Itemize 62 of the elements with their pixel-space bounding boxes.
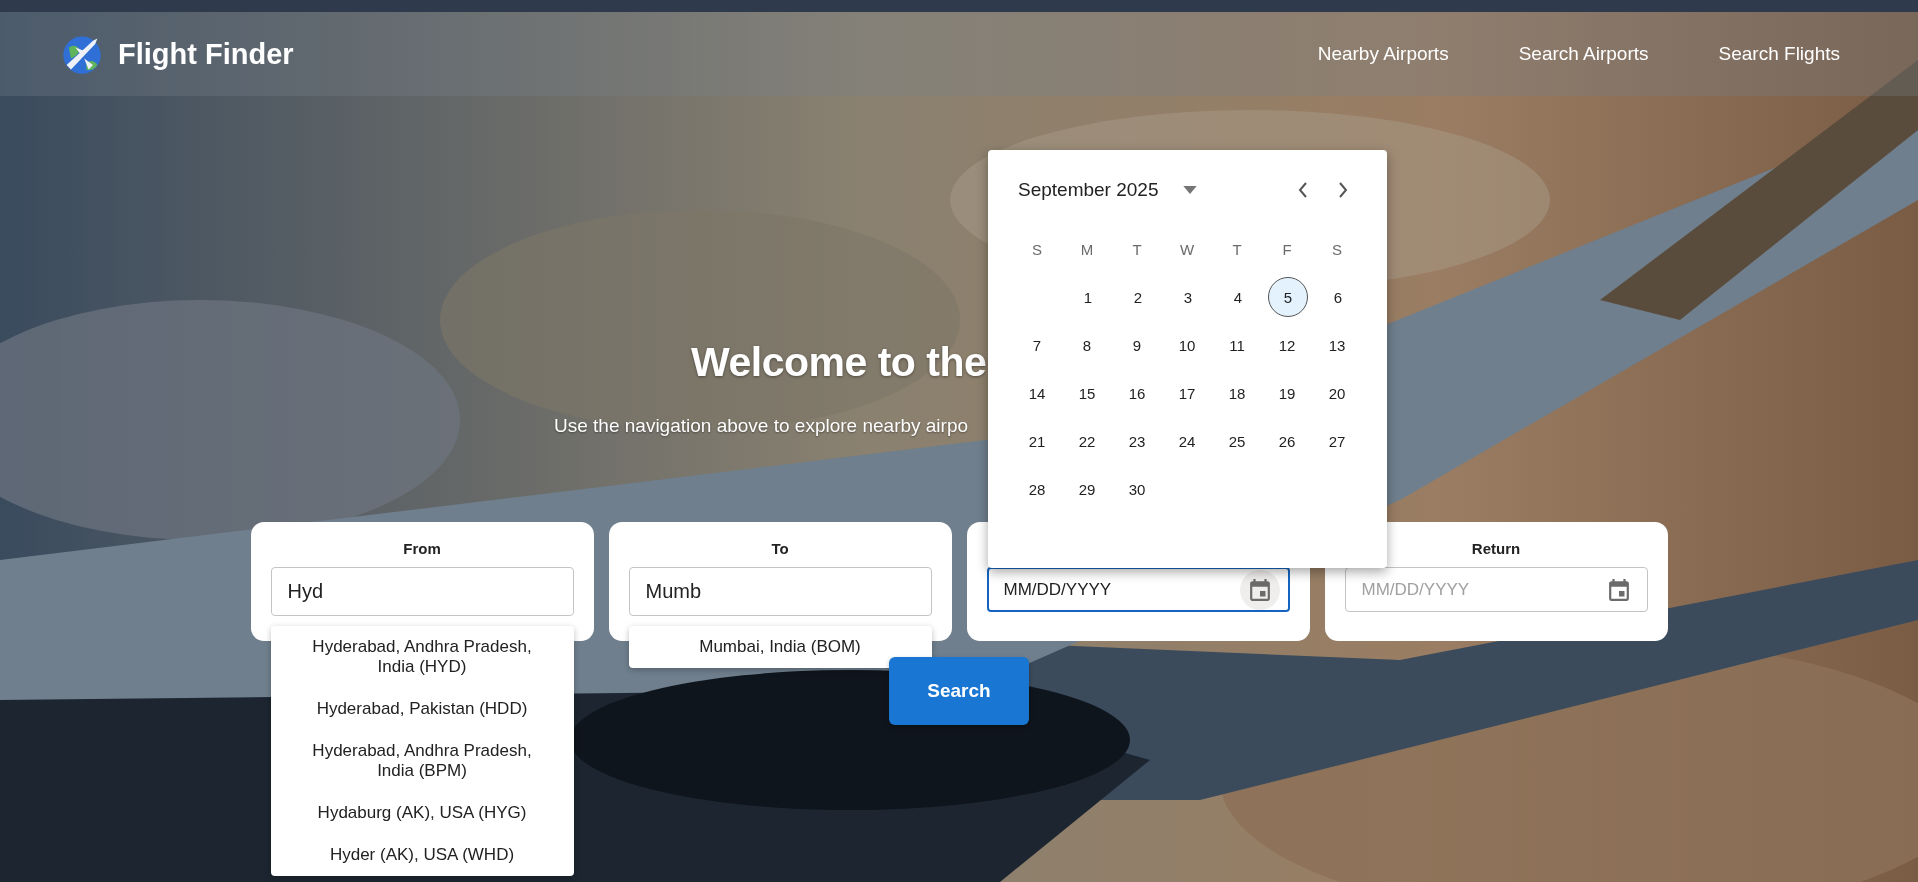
suggestion-option[interactable]: Hydaburg (AK), USA (HYG) bbox=[270, 792, 574, 834]
calendar-day[interactable]: 12 bbox=[1267, 325, 1307, 365]
weekday-label: W bbox=[1178, 240, 1196, 258]
previous-month-icon[interactable] bbox=[1298, 182, 1308, 198]
calendar-button[interactable] bbox=[1239, 569, 1280, 610]
calendar-day[interactable]: 6 bbox=[1318, 277, 1358, 317]
nav-link[interactable]: Nearby Airports bbox=[1317, 43, 1449, 65]
text-field[interactable]: Hyd bbox=[270, 567, 574, 616]
calendar-day[interactable]: 23 bbox=[1117, 421, 1157, 461]
suggestion-option[interactable]: Mumbai, India (BOM) bbox=[628, 626, 932, 668]
calendar-day[interactable]: 2 bbox=[1118, 277, 1158, 317]
suggestion-option[interactable]: Hyderabad, Andhra Pradesh, India (BPM) bbox=[270, 730, 574, 792]
suggestion-option[interactable]: Hyderabad, Pakistan (HDD) bbox=[270, 688, 574, 730]
field-label: To bbox=[770, 540, 790, 558]
calendar-day[interactable]: 14 bbox=[1017, 373, 1057, 413]
calendar-day[interactable]: 21 bbox=[1017, 421, 1057, 461]
calendar-day[interactable]: 3 bbox=[1168, 277, 1208, 317]
calendar-day[interactable]: 13 bbox=[1317, 325, 1357, 365]
calendar-icon bbox=[1249, 578, 1270, 601]
calendar-day[interactable]: 19 bbox=[1267, 373, 1307, 413]
calendar-day[interactable]: 29 bbox=[1067, 469, 1107, 509]
search-button[interactable]: Search bbox=[889, 657, 1029, 725]
calendar-day[interactable]: 25 bbox=[1217, 421, 1257, 461]
calendar-day[interactable]: 26 bbox=[1267, 421, 1307, 461]
hero-title: Welcome to the bbox=[691, 338, 987, 387]
calendar-day[interactable]: 1 bbox=[1068, 277, 1108, 317]
next-month-icon[interactable] bbox=[1338, 182, 1348, 198]
calendar-day[interactable]: 30 bbox=[1117, 469, 1157, 509]
calendar-day[interactable]: 7 bbox=[1017, 325, 1057, 365]
weekday-label: M bbox=[1079, 240, 1095, 258]
calendar-day[interactable]: 20 bbox=[1317, 373, 1357, 413]
calendar-day[interactable]: 5 bbox=[1268, 277, 1308, 317]
calendar-day[interactable]: 9 bbox=[1117, 325, 1157, 365]
calendar-day[interactable]: 28 bbox=[1017, 469, 1057, 509]
calendar-day[interactable]: 24 bbox=[1167, 421, 1207, 461]
calendar-day[interactable]: 16 bbox=[1117, 373, 1157, 413]
nav-link[interactable]: Search Flights bbox=[1718, 43, 1840, 65]
suggestion-option[interactable]: Hyder (AK), USA (WHD) bbox=[270, 834, 574, 876]
calendar-day[interactable]: 15 bbox=[1067, 373, 1107, 413]
field-label: Return bbox=[1470, 540, 1522, 558]
suggestion-option[interactable]: Hyderabad, Andhra Pradesh, India (HYD) bbox=[270, 626, 574, 688]
text-field[interactable]: Mumb bbox=[628, 567, 932, 616]
brand-name: Flight Finder bbox=[118, 37, 294, 71]
weekday-label: F bbox=[1281, 240, 1293, 258]
calendar-day[interactable]: 11 bbox=[1217, 325, 1257, 365]
caret-icon[interactable] bbox=[1182, 186, 1197, 194]
calendar-icon bbox=[1608, 578, 1629, 601]
calendar-day[interactable]: 27 bbox=[1317, 421, 1357, 461]
field-label: From bbox=[402, 540, 442, 558]
weekday-label: S bbox=[1031, 240, 1043, 258]
calendar-day[interactable]: 22 bbox=[1067, 421, 1107, 461]
calendar-day[interactable]: 8 bbox=[1067, 325, 1107, 365]
calendar-day[interactable]: 10 bbox=[1167, 325, 1207, 365]
weekday-label: S bbox=[1331, 240, 1343, 258]
nav-link[interactable]: Search Airports bbox=[1518, 43, 1649, 65]
hero-subtitle: Use the navigation above to explore nearby airpo bbox=[554, 414, 969, 438]
weekday-label: T bbox=[1231, 240, 1243, 258]
weekday-label: T bbox=[1131, 240, 1143, 258]
month-label[interactable]: September 2025 bbox=[1018, 179, 1159, 201]
calendar-day[interactable]: 18 bbox=[1217, 373, 1257, 413]
calendar-day[interactable]: 4 bbox=[1218, 277, 1258, 317]
calendar-day[interactable]: 17 bbox=[1167, 373, 1207, 413]
